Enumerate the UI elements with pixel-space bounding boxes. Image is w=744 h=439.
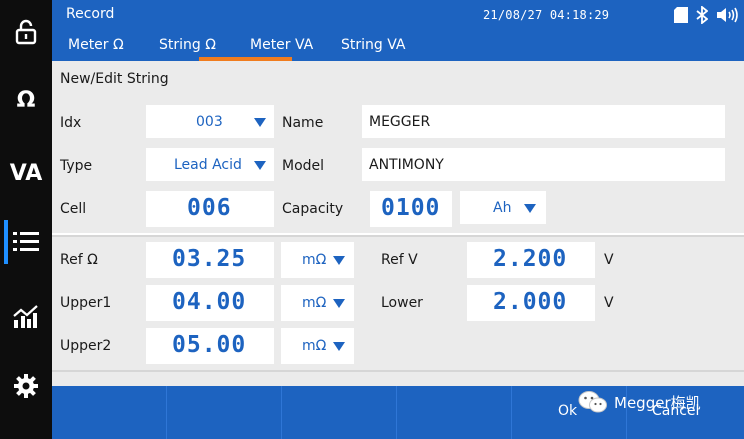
type-value: Lead Acid	[174, 157, 242, 173]
cell-field[interactable]: 006	[146, 191, 274, 227]
tab-bar: Meter Ω String Ω Meter VA String VA	[52, 34, 744, 61]
status-icons	[674, 6, 744, 24]
upper1-value: 04.00	[172, 289, 247, 315]
type-select[interactable]: Lead Acid	[146, 148, 274, 181]
string-info-panel: Idx 003 Name MEGGER Type Lead Acid Model…	[52, 99, 744, 233]
ref-ohm-field[interactable]: 03.25	[146, 242, 274, 278]
name-label: Name	[282, 115, 324, 131]
name-field[interactable]: MEGGER	[362, 105, 725, 138]
model-label: Model	[282, 158, 325, 174]
lower-field[interactable]: 2.000	[467, 285, 595, 321]
name-value: MEGGER	[369, 114, 431, 130]
gear-icon	[14, 374, 38, 398]
sidebar-item-va[interactable]: VA	[0, 153, 52, 193]
lower-unit: V	[604, 295, 614, 311]
cell-value: 006	[187, 195, 232, 221]
spacer-strip	[52, 372, 744, 386]
ref-v-label: Ref V	[381, 252, 418, 268]
idx-label: Idx	[60, 115, 82, 131]
ref-ohm-unit-select[interactable]: mΩ	[281, 242, 354, 278]
chevron-down-icon	[254, 118, 266, 127]
lower-value: 2.000	[493, 289, 568, 315]
sd-card-icon	[674, 7, 688, 23]
idx-value: 003	[196, 114, 223, 130]
section-title: New/Edit String	[60, 71, 169, 87]
list-icon	[13, 232, 39, 251]
ref-ohm-value: 03.25	[172, 246, 247, 272]
chevron-down-icon	[333, 342, 345, 351]
speaker-icon	[717, 7, 738, 23]
capacity-value: 0100	[381, 195, 441, 221]
cell-label: Cell	[60, 201, 87, 217]
capacity-label: Capacity	[282, 201, 344, 217]
upper1-label: Upper1	[60, 295, 112, 311]
softkey-2[interactable]	[167, 386, 282, 439]
tab-meter-ohm[interactable]: Meter Ω	[68, 37, 124, 53]
model-value: ANTIMONY	[369, 157, 444, 173]
chevron-down-icon	[333, 256, 345, 265]
lock-icon[interactable]	[0, 14, 52, 50]
model-field[interactable]: ANTIMONY	[362, 148, 725, 181]
softkey-3[interactable]	[282, 386, 397, 439]
chevron-down-icon	[254, 161, 266, 170]
ok-label: Ok	[558, 403, 578, 419]
idx-select[interactable]: 003	[146, 105, 274, 138]
section-header: New/Edit String	[52, 61, 744, 100]
sidebar-va-label: VA	[9, 160, 43, 186]
upper2-label: Upper2	[60, 338, 112, 354]
chevron-down-icon	[333, 299, 345, 308]
bluetooth-icon	[696, 6, 708, 24]
sidebar: Ω VA	[0, 0, 52, 439]
upper2-unit-select[interactable]: mΩ	[281, 328, 354, 364]
watermark-text: Megger梅凯	[614, 393, 701, 412]
ref-ohm-unit: mΩ	[302, 252, 327, 268]
ref-ohm-label: Ref Ω	[60, 252, 98, 268]
upper2-field[interactable]: 05.00	[146, 328, 274, 364]
softkey-1[interactable]	[52, 386, 167, 439]
tab-string-va[interactable]: String VA	[341, 37, 406, 53]
capacity-field[interactable]: 0100	[370, 191, 452, 227]
capacity-unit: Ah	[493, 200, 512, 216]
upper2-value: 05.00	[172, 332, 247, 358]
lower-label: Lower	[381, 295, 423, 311]
upper1-field[interactable]: 04.00	[146, 285, 274, 321]
sidebar-item-records[interactable]	[0, 220, 52, 264]
softkey-4[interactable]	[397, 386, 512, 439]
sidebar-ohm-label: Ω	[16, 87, 36, 113]
upper1-unit: mΩ	[302, 295, 327, 311]
ref-v-field[interactable]: 2.200	[467, 242, 595, 278]
threshold-panel: Ref Ω 03.25 mΩ Ref V 2.200 V Upper1 04.0…	[52, 235, 744, 372]
sidebar-item-settings[interactable]	[0, 366, 52, 406]
upper1-unit-select[interactable]: mΩ	[281, 285, 354, 321]
tab-string-ohm[interactable]: String Ω	[159, 37, 216, 53]
type-label: Type	[60, 158, 93, 174]
sidebar-item-analysis[interactable]	[0, 296, 52, 336]
upper2-unit: mΩ	[302, 338, 327, 354]
ref-v-value: 2.200	[493, 246, 568, 272]
chevron-down-icon	[524, 204, 536, 213]
ref-v-unit: V	[604, 252, 614, 268]
app-title: Record	[66, 6, 115, 22]
tab-meter-va[interactable]: Meter VA	[250, 37, 313, 53]
datetime-display: 21/08/27 04:18:29	[483, 8, 610, 22]
chart-icon	[13, 305, 38, 328]
watermark: Megger梅凯	[578, 390, 701, 414]
title-bar: Record 21/08/27 04:18:29	[52, 0, 744, 34]
wechat-icon	[578, 391, 607, 413]
sidebar-item-ohm[interactable]: Ω	[0, 80, 52, 120]
capacity-unit-select[interactable]: Ah	[460, 191, 546, 224]
